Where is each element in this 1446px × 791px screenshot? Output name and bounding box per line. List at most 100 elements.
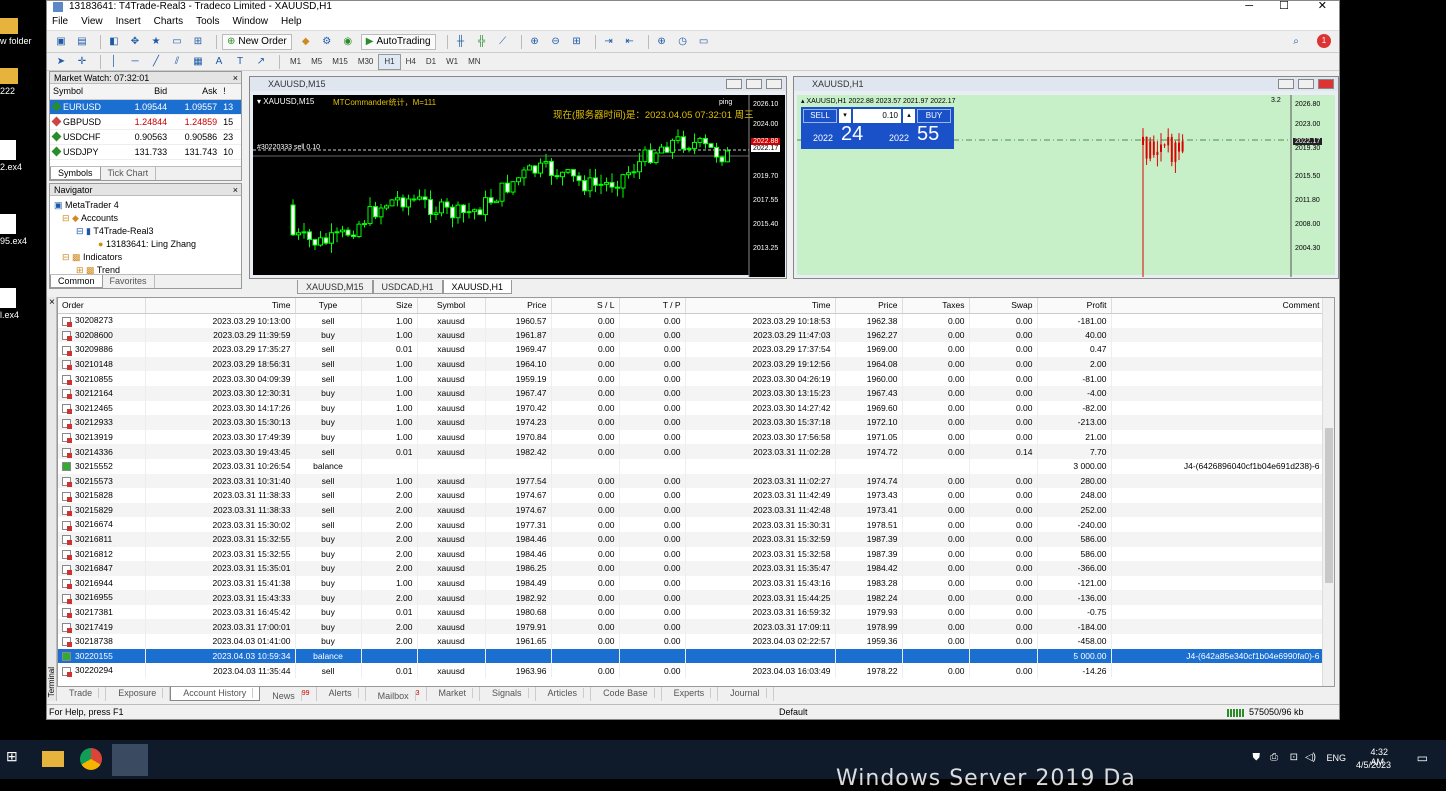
col-swap-11[interactable]: Swap — [969, 298, 1038, 314]
chrome-icon[interactable] — [80, 748, 102, 770]
candlestick-icon[interactable]: ╬ — [474, 35, 490, 49]
task-view-icon[interactable]: ⊞ — [6, 748, 28, 770]
close-button[interactable]: ✕ — [1318, 1, 1327, 12]
menu-charts[interactable]: Charts — [154, 16, 183, 27]
close-icon[interactable]: × — [233, 72, 238, 84]
notifications-icon[interactable]: ▭ — [1417, 751, 1428, 765]
zoom-out-icon[interactable]: ⊖ — [548, 35, 564, 49]
profiles-icon[interactable]: ▤ — [74, 35, 90, 49]
new-order-button[interactable]: ⊕ New Order — [222, 33, 292, 50]
table-row[interactable]: 30216847 2023.03.31 15:35:01 buy 2.00 xauusd… — [58, 561, 1325, 576]
arrows-icon[interactable]: ↗ — [253, 55, 269, 69]
lot-up-button[interactable]: ▴ — [903, 109, 915, 123]
minimize-button[interactable] — [1278, 79, 1294, 89]
table-row[interactable]: 30214336 2023.03.30 19:43:45 sell 0.01 xauus… — [58, 444, 1325, 459]
metatrader-taskbar-icon[interactable] — [112, 744, 148, 776]
tf-m5[interactable]: M5 — [306, 55, 327, 69]
menu-help[interactable]: Help — [281, 16, 302, 27]
market-watch-row[interactable]: USDJPY 131.733 131.743 10 — [50, 144, 241, 160]
col-ask[interactable]: Ask — [170, 84, 221, 100]
close-icon[interactable]: × — [233, 184, 238, 196]
chart-shift-icon[interactable]: ⇥ — [601, 35, 617, 49]
signals-icon[interactable]: ◉ — [340, 35, 356, 49]
terminal-close-icon[interactable]: × — [49, 297, 55, 308]
table-row[interactable]: 30212933 2023.03.30 15:30:13 buy 1.00 xauusd… — [58, 415, 1325, 430]
table-row[interactable]: 30209886 2023.03.29 17:35:27 sell 0.01 xauus… — [58, 342, 1325, 357]
tab-common[interactable]: Common — [50, 275, 103, 288]
menu-tools[interactable]: Tools — [196, 16, 219, 27]
col-price-9[interactable]: Price — [835, 298, 903, 314]
terminal-tab-exposure[interactable]: Exposure — [106, 687, 171, 701]
menu-insert[interactable]: Insert — [116, 16, 141, 27]
table-row[interactable]: 30215573 2023.03.31 10:31:40 sell 1.00 xauus… — [58, 473, 1325, 489]
crosshair-icon[interactable]: ✛ — [74, 55, 90, 69]
label-icon[interactable]: T — [232, 55, 248, 69]
terminal-tab-news[interactable]: News 99 — [260, 687, 317, 701]
minimize-button[interactable]: ─ — [1245, 1, 1253, 12]
col-bid[interactable]: Bid — [120, 84, 171, 100]
col-symbol[interactable]: Symbol — [50, 84, 121, 100]
tf-h4[interactable]: H4 — [401, 55, 421, 69]
table-row[interactable]: 30217381 2023.03.31 16:45:42 buy 0.01 xauusd… — [58, 604, 1325, 620]
table-row[interactable]: 30216812 2023.03.31 15:32:55 buy 2.00 xauusd… — [58, 546, 1325, 562]
line-chart-icon[interactable]: ⟋ — [495, 35, 511, 49]
buy-price[interactable]: 2022 55 — [879, 123, 952, 147]
nav-item-server[interactable]: ⊟ ▮ T4Trade-Real3 — [54, 225, 241, 238]
col-type-2[interactable]: Type — [295, 298, 362, 314]
autoscroll-icon[interactable]: ⇤ — [622, 35, 638, 49]
strategy-tester-icon[interactable]: ⊞ — [190, 35, 206, 49]
terminal-tab-market[interactable]: Market — [427, 687, 481, 701]
data-window-icon[interactable]: ✥ — [127, 35, 143, 49]
terminal-icon[interactable]: ▭ — [169, 35, 185, 49]
channel-icon[interactable]: ⫽ — [169, 55, 185, 69]
table-row[interactable]: 30215552 2023.03.31 10:26:54 balance 3 000.… — [58, 458, 1325, 474]
nav-item-metatrader[interactable]: ▣ MetaTrader 4 — [54, 199, 241, 212]
trendline-icon[interactable]: ╱ — [148, 55, 164, 69]
table-row[interactable]: 30216955 2023.03.31 15:43:33 buy 2.00 xauusd… — [58, 590, 1325, 605]
periods-icon[interactable]: ◷ — [675, 35, 691, 49]
chart-tab-usdcad-h1[interactable]: USDCAD,H1 — [372, 280, 443, 294]
nav-item-indicators[interactable]: ⊟ ▩ Indicators — [54, 251, 241, 264]
table-row[interactable]: 30216674 2023.03.31 15:30:02 sell 2.00 xauus… — [58, 517, 1325, 532]
terminal-tab-experts[interactable]: Experts — [662, 687, 719, 701]
bar-chart-icon[interactable]: ╫ — [453, 35, 469, 49]
market-watch-icon[interactable]: ◧ — [106, 35, 122, 49]
chart-area-h1[interactable]: ▴ XAUUSD,H1 2022.88 2023.57 2021.97 2022… — [797, 95, 1335, 277]
table-row[interactable]: 30210855 2023.03.30 04:09:39 sell 1.00 xauus… — [58, 371, 1325, 386]
menu-file[interactable]: File — [52, 16, 68, 27]
vertical-line-icon[interactable]: │ — [106, 55, 122, 69]
status-profile[interactable]: Default — [779, 705, 808, 720]
language-indicator[interactable]: ENG — [1326, 753, 1346, 763]
col-tp-7[interactable]: T / P — [619, 298, 686, 314]
tab-symbols[interactable]: Symbols — [50, 167, 101, 180]
vertical-scrollbar[interactable] — [1322, 298, 1334, 686]
lot-down-button[interactable]: ▾ — [839, 109, 851, 123]
col-price-5[interactable]: Price — [485, 298, 552, 314]
table-row[interactable]: 30216944 2023.03.31 15:41:38 buy 1.00 xauusd… — [58, 575, 1325, 591]
desktop-icon-file-1[interactable]: 2.ex4 — [0, 140, 46, 172]
col-symbol-4[interactable]: Symbol — [417, 298, 486, 314]
table-row[interactable]: 30212465 2023.03.30 14:17:26 buy 1.00 xauusd… — [58, 400, 1325, 416]
menu-window[interactable]: Window — [232, 16, 268, 27]
table-row[interactable]: 30208273 2023.03.29 10:13:00 sell 1.00 xauus… — [58, 313, 1325, 328]
trading-icon[interactable]: ⚙ — [319, 35, 335, 49]
nav-item-account[interactable]: ● 13183641: Ling Zhang — [54, 238, 241, 251]
terminal-tab-journal[interactable]: Journal — [718, 687, 774, 701]
maximize-button[interactable] — [1298, 79, 1314, 89]
table-row[interactable]: 30215829 2023.03.31 11:38:33 sell 2.00 xauus… — [58, 502, 1325, 518]
desktop-icon-file-3[interactable]: l.ex4 — [0, 288, 46, 320]
fibonacci-icon[interactable]: ▦ — [190, 55, 206, 69]
col-time-1[interactable]: Time — [145, 298, 296, 314]
volume-icon[interactable]: ◁) — [1305, 752, 1316, 763]
terminal-tab-code-base[interactable]: Code Base — [591, 687, 662, 701]
zoom-in-icon[interactable]: ⊕ — [527, 35, 543, 49]
market-watch-row[interactable]: EURUSD 1.09544 1.09557 13 — [50, 99, 241, 115]
usb-icon[interactable]: ⎙ — [1270, 752, 1278, 763]
table-row[interactable]: 30218738 2023.04.03 01:41:00 buy 2.00 xauusd… — [58, 634, 1325, 649]
terminal-tab-trade[interactable]: Trade — [57, 687, 107, 701]
table-row[interactable]: 30208600 2023.03.29 11:39:59 buy 1.00 xauusd… — [58, 327, 1325, 343]
sell-price[interactable]: 2022 24 — [803, 123, 877, 147]
tab-tick-chart[interactable]: Tick Chart — [101, 167, 157, 180]
minimize-button[interactable] — [726, 79, 742, 89]
search-icon[interactable]: ⌕ — [1288, 35, 1304, 49]
